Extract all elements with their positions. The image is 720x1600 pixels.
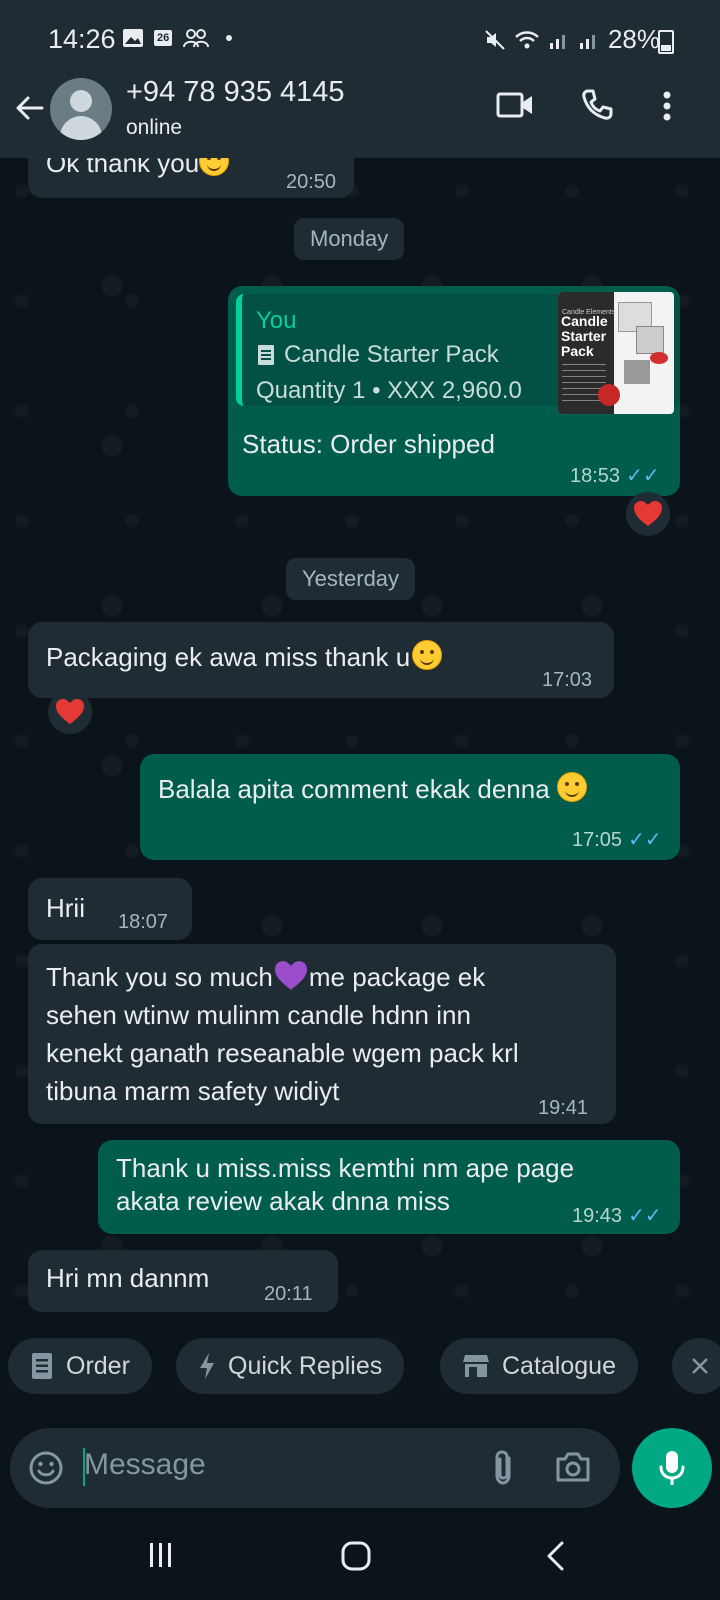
voice-record-button[interactable] bbox=[632, 1428, 712, 1508]
purple-heart-emoji-icon bbox=[274, 961, 307, 990]
message-time: 18:53 bbox=[570, 465, 621, 487]
status-time: 14:26 bbox=[48, 24, 116, 54]
message-time: 19:43 bbox=[572, 1205, 623, 1227]
message-bubble-incoming[interactable]: Hri mn dannm 20:11 bbox=[28, 1250, 338, 1312]
quote-product-name: Candle Starter Pack bbox=[284, 341, 499, 368]
status-left-icons: 26 bbox=[122, 28, 233, 48]
message-bubble-incoming[interactable]: Thank you so much me package ek sehen wti… bbox=[28, 944, 616, 1124]
phone-call-icon[interactable] bbox=[580, 88, 614, 122]
message-bubble-incoming[interactable]: Packaging ek awa miss thank u 17:03 bbox=[28, 622, 614, 698]
emoji-picker-icon[interactable] bbox=[28, 1450, 64, 1486]
message-time: 17:05 bbox=[572, 829, 623, 851]
message-bubble-incoming[interactable]: Hrii 18:07 bbox=[28, 878, 192, 940]
wifi-icon bbox=[515, 30, 539, 48]
calendar-icon: 26 bbox=[154, 30, 173, 46]
back-arrow-icon[interactable] bbox=[14, 92, 46, 124]
message-text-line: me package ek bbox=[308, 962, 486, 992]
message-time: 20:50 bbox=[286, 171, 337, 193]
system-nav-bar bbox=[0, 1520, 720, 1600]
camera-icon[interactable] bbox=[554, 1450, 592, 1484]
avatar[interactable] bbox=[50, 78, 112, 140]
gallery-icon bbox=[123, 29, 143, 47]
message-bubble-outgoing[interactable]: Thank u miss.miss kemthi nm ape page aka… bbox=[98, 1140, 680, 1234]
home-icon[interactable] bbox=[340, 1540, 372, 1572]
date-chip: Monday bbox=[294, 218, 405, 260]
order-message-bubble[interactable]: You Candle Starter Pack Quantity 1 • XXX… bbox=[228, 286, 680, 496]
storefront-icon bbox=[463, 1355, 489, 1377]
signal-icon bbox=[549, 34, 565, 49]
chip-label: Order bbox=[66, 1351, 130, 1380]
mute-icon bbox=[485, 29, 505, 50]
message-meta: 17:05 ✓✓ bbox=[572, 824, 662, 857]
message-time: 17:03 bbox=[542, 669, 593, 691]
catalogue-chip[interactable]: Catalogue bbox=[440, 1338, 638, 1394]
message-time: 20:11 bbox=[264, 1283, 313, 1305]
receipt-icon bbox=[32, 1353, 52, 1379]
message-input-bar[interactable]: Message bbox=[10, 1428, 620, 1508]
message-time: 19:41 bbox=[538, 1097, 589, 1119]
dot-icon bbox=[226, 35, 233, 41]
message-time: 18:07 bbox=[118, 911, 169, 933]
close-icon bbox=[692, 1358, 708, 1374]
signal-icon-2 bbox=[579, 34, 595, 49]
quote-quantity: Quantity 1 • XXX 2,960.0 bbox=[256, 377, 522, 404]
thumb-title: Candle Starter Pack bbox=[561, 313, 608, 359]
receipt-icon bbox=[258, 344, 274, 365]
message-text: Status: Order shipped bbox=[242, 429, 495, 459]
quick-replies-chip[interactable]: Quick Replies bbox=[176, 1338, 405, 1394]
chip-label: Quick Replies bbox=[228, 1351, 383, 1380]
status-bar: 14:26 26 28% bbox=[0, 0, 720, 78]
chat-header: +94 78 935 4145 online bbox=[0, 76, 720, 158]
message-text-line: Thank u miss.miss kemthi nm ape page bbox=[116, 1153, 575, 1183]
message-input-placeholder[interactable]: Message bbox=[84, 1448, 206, 1482]
message-text: Ok thank you bbox=[46, 158, 200, 178]
product-thumbnail[interactable]: Candle Elements Candle Starter Pack bbox=[558, 292, 674, 414]
recent-apps-icon[interactable] bbox=[146, 1540, 176, 1570]
order-chip[interactable]: Order bbox=[8, 1338, 152, 1394]
message-text-line: akata review akak dnna miss bbox=[116, 1186, 450, 1216]
heart-reaction-icon[interactable] bbox=[48, 690, 92, 734]
read-ticks-icon: ✓✓ bbox=[626, 465, 660, 487]
read-ticks-icon: ✓✓ bbox=[628, 1205, 662, 1227]
contact-status: online bbox=[126, 116, 183, 139]
message-text: Balala apita comment ekak denna bbox=[158, 774, 550, 804]
message-text: Hri mn dannm bbox=[46, 1263, 210, 1293]
back-nav-icon[interactable] bbox=[544, 1540, 566, 1572]
chip-label: Catalogue bbox=[502, 1351, 616, 1380]
battery-percent: 28% bbox=[607, 24, 660, 54]
close-chips-button[interactable] bbox=[672, 1338, 720, 1394]
battery-icon bbox=[658, 30, 674, 54]
message-bubble-outgoing[interactable]: Balala apita comment ekak denna 17:05 ✓✓ bbox=[140, 754, 680, 860]
status-right-icons: 28% bbox=[484, 24, 660, 55]
message-text-line: sehen wtinw mulinm candle hdnn inn bbox=[46, 1000, 471, 1030]
lightning-icon bbox=[200, 1353, 214, 1379]
message-bubble-incoming[interactable]: Ok thank you 20:50 bbox=[28, 158, 354, 198]
quote-author: You bbox=[256, 307, 297, 334]
date-chip: Yesterday bbox=[286, 558, 416, 600]
message-text-line: Thank you so much bbox=[46, 962, 273, 992]
contact-name[interactable]: +94 78 935 4145 bbox=[126, 76, 345, 109]
smile-emoji-icon bbox=[199, 158, 230, 176]
message-meta: 19:43 ✓✓ bbox=[572, 1200, 662, 1233]
read-ticks-icon: ✓✓ bbox=[628, 829, 662, 851]
message-text-line: kenekt ganath reseanable wgem pack krl bbox=[46, 1038, 519, 1068]
message-text: Hrii bbox=[46, 893, 85, 923]
heart-reaction-icon[interactable] bbox=[626, 492, 670, 536]
smile-emoji-icon bbox=[556, 772, 587, 802]
message-text: Packaging ek awa miss thank u bbox=[46, 642, 411, 672]
group-icon bbox=[183, 29, 210, 48]
chat-area[interactable]: Ok thank you 20:50 Monday You Candle Sta… bbox=[0, 158, 720, 1330]
smile-emoji-icon bbox=[412, 640, 443, 670]
more-options-icon[interactable] bbox=[662, 90, 672, 122]
message-meta: 18:53 ✓✓ bbox=[570, 460, 660, 493]
quick-actions-bar: Order Quick Replies Catalogue bbox=[0, 1330, 720, 1402]
microphone-icon bbox=[659, 1451, 685, 1485]
quote-product-row: Candle Starter Pack bbox=[256, 338, 499, 371]
attach-icon[interactable] bbox=[490, 1448, 516, 1488]
video-call-icon[interactable] bbox=[496, 90, 534, 120]
message-text-line: tibuna marm safety widiyt bbox=[46, 1076, 340, 1106]
